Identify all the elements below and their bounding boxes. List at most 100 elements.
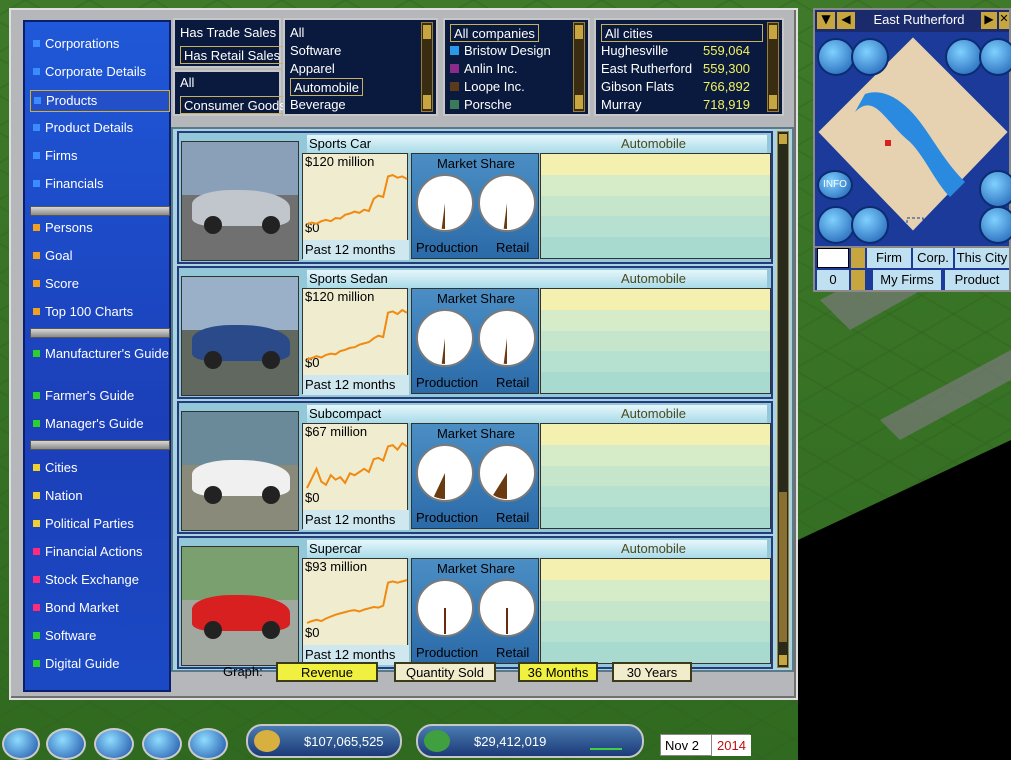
sidebar-separator [30, 328, 170, 338]
sidebar-item-manager-s-guide[interactable]: Manager's Guide [30, 414, 170, 436]
sidebar-item-goal[interactable]: Goal [30, 246, 170, 268]
sidebar-item-financials[interactable]: Financials [30, 174, 170, 196]
city-hughesville[interactable]: Hughesville 559,064 [601, 42, 763, 60]
product-name[interactable]: Sports Sedan [309, 271, 388, 286]
sidebar-item-stock-exchange[interactable]: Stock Exchange [30, 570, 170, 592]
bank-icon[interactable] [817, 206, 855, 244]
production-label: Production [416, 510, 479, 525]
category-all[interactable]: All [290, 24, 304, 42]
filter-has-trade-sales[interactable]: Has Trade Sales [180, 24, 276, 42]
category-beverage[interactable]: Beverage [290, 96, 346, 114]
company-anlin-inc-[interactable]: Anlin Inc. [450, 60, 517, 78]
sidebar-item-corporate-details[interactable]: Corporate Details [30, 62, 170, 84]
product-card[interactable]: Subcompact Automobile $67 million $0 Past 12… [177, 401, 773, 534]
tab-firm[interactable]: Firm [867, 248, 911, 268]
tab-product[interactable]: Product [945, 270, 1009, 290]
chart-icon[interactable] [945, 38, 983, 76]
sidebar-item-firms[interactable]: Firms [30, 146, 170, 168]
sidebar-item-top-100-charts[interactable]: Top 100 Charts [30, 302, 170, 324]
tab-my-firms[interactable]: My Firms [873, 270, 941, 290]
sidebar-item-product-details[interactable]: Product Details [30, 118, 170, 140]
sidebar-item-persons[interactable]: Persons [30, 218, 170, 240]
product-name[interactable]: Supercar [309, 541, 362, 556]
info-button[interactable]: INFO [817, 170, 853, 200]
globe-icon[interactable] [94, 728, 134, 760]
next-city-icon[interactable]: ▶ [981, 12, 997, 29]
stats-icon[interactable] [2, 728, 40, 760]
product-card[interactable]: Supercar Automobile $93 million $0 Past 12 m… [177, 536, 773, 669]
sidebar-item-digital-guide[interactable]: Digital Guide [30, 654, 170, 676]
tab-corp[interactable]: Corp. [913, 248, 953, 268]
buildings-icon[interactable] [817, 38, 855, 76]
city-all-cities[interactable]: All cities [601, 24, 763, 42]
close-icon[interactable]: ✕ [999, 12, 1009, 29]
company-bristow-design[interactable]: Bristow Design [450, 42, 551, 60]
sidebar-item-products[interactable]: Products [30, 90, 170, 112]
tools-icon[interactable] [188, 728, 228, 760]
sidebar-item-score[interactable]: Score [30, 274, 170, 296]
map-icon[interactable] [46, 728, 86, 760]
sidebar-item-software[interactable]: Software [30, 626, 170, 648]
company-all-companies[interactable]: All companies [450, 24, 539, 42]
30-years-button[interactable]: 30 Years [612, 662, 692, 682]
category-software[interactable]: Software [290, 42, 341, 60]
date-display[interactable]: Nov 2 2014 [660, 734, 751, 756]
filter-has-retail-sales[interactable]: Has Retail Sales [180, 46, 285, 64]
globe-icon[interactable] [851, 206, 889, 244]
city-scrollbar[interactable] [767, 22, 779, 112]
prev-city-icon[interactable]: ◀ [837, 12, 855, 29]
revenue-graph[interactable]: $120 million $0 Past 12 months [302, 153, 409, 260]
filter-consumer-goods[interactable]: Consumer Goods [180, 96, 290, 114]
product-list-scrollbar[interactable] [777, 131, 789, 668]
graph-period: Past 12 months [303, 375, 409, 395]
sidebar-item-label: Manager's Guide [45, 416, 144, 431]
product-name[interactable]: Sports Car [309, 136, 371, 151]
info-icon[interactable] [142, 728, 182, 760]
company-porsche[interactable]: Porsche [450, 96, 512, 114]
filter-class-all[interactable]: All [180, 74, 194, 92]
company-scrollbar[interactable] [573, 22, 585, 112]
bullet-icon [33, 520, 40, 527]
trend-chart-icon [590, 736, 622, 750]
revenue-graph[interactable]: $67 million $0 Past 12 months [302, 423, 409, 530]
product-name[interactable]: Subcompact [309, 406, 381, 421]
sidebar-item-political-parties[interactable]: Political Parties [30, 514, 170, 536]
city-east-rutherford[interactable]: East Rutherford 559,300 [601, 60, 763, 78]
people-icon[interactable] [979, 170, 1011, 208]
sidebar-item-corporations[interactable]: Corporations [30, 34, 170, 56]
revenue-button[interactable]: Revenue [276, 662, 378, 682]
revenue-graph[interactable]: $120 million $0 Past 12 months [302, 288, 409, 395]
dropdown-arrow-icon[interactable]: ▼ [817, 12, 835, 29]
sidebar-item-cities[interactable]: Cities [30, 458, 170, 480]
category-apparel[interactable]: Apparel [290, 60, 335, 78]
36-months-button[interactable]: 36 Months [518, 662, 598, 682]
profit-display[interactable]: $29,412,019 [416, 724, 644, 758]
category-scrollbar[interactable] [421, 22, 433, 112]
map-toggle-2[interactable] [851, 270, 865, 290]
bullet-icon [33, 420, 40, 427]
graph-period: Past 12 months [303, 240, 409, 260]
company-loope-inc-[interactable]: Loope Inc. [450, 78, 525, 96]
retail-share-dial [478, 174, 536, 232]
sidebar-item-bond-market[interactable]: Bond Market [30, 598, 170, 620]
city-icon[interactable] [979, 206, 1011, 244]
quantity-sold-button[interactable]: Quantity Sold [394, 662, 496, 682]
tab-this-city[interactable]: This City [955, 248, 1009, 268]
sidebar-item-manufacturer-s-guide[interactable]: Manufacturer's Guide [30, 344, 170, 376]
sidebar-item-financial-actions[interactable]: Financial Actions [30, 542, 170, 564]
money-icon[interactable] [851, 38, 889, 76]
cash-display[interactable]: $107,065,525 [246, 724, 402, 758]
sidebar-item-nation[interactable]: Nation [30, 486, 170, 508]
map-toggle[interactable] [851, 248, 865, 268]
category-automobile[interactable]: Automobile [290, 78, 364, 96]
retail-label: Retail [496, 645, 530, 660]
sidebar-item-farmer-s-guide[interactable]: Farmer's Guide [30, 386, 170, 408]
product-card[interactable]: Sports Sedan Automobile $120 million $0 Past… [177, 266, 773, 399]
city-murray[interactable]: Murray 718,919 [601, 96, 763, 114]
bullet-icon [33, 252, 40, 259]
revenue-graph[interactable]: $93 million $0 Past 12 months [302, 558, 409, 665]
city-gibson-flats[interactable]: Gibson Flats 766,892 [601, 78, 763, 96]
pickaxe-icon[interactable] [979, 38, 1011, 76]
product-card[interactable]: Sports Car Automobile $120 million $0 Past 1… [177, 131, 773, 264]
production-share-dial [416, 174, 474, 232]
